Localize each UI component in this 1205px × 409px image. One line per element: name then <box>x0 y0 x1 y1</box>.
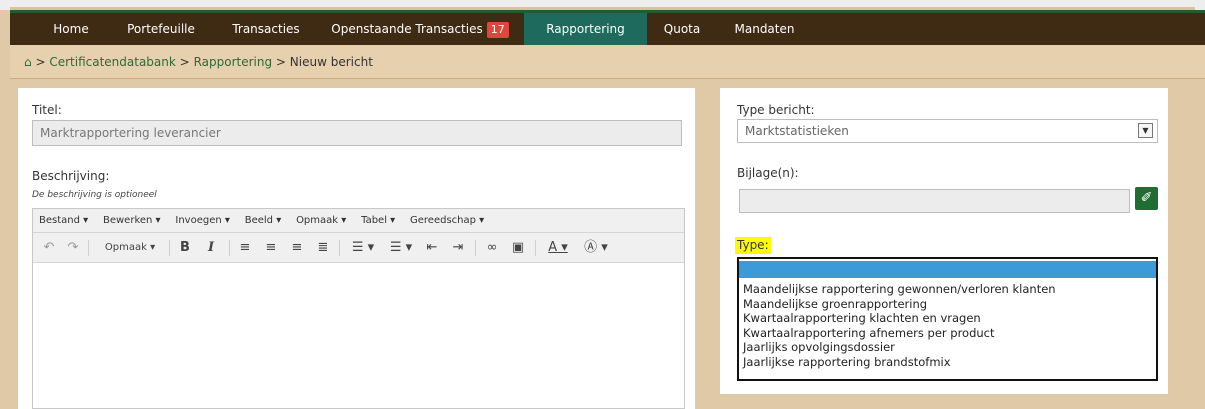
align-left-icon[interactable]: ≡ <box>236 239 254 257</box>
breadcrumb-separator: > <box>35 55 46 69</box>
breadcrumb: ⌂ > Certificatendatabank > Rapportering … <box>24 55 373 69</box>
link-icon[interactable]: ∞ <box>483 239 501 257</box>
breadcrumb-bar: ⌂ > Certificatendatabank > Rapportering … <box>10 45 1205 79</box>
text-color-icon[interactable]: A ▾ <box>541 239 575 257</box>
outdent-icon[interactable]: ⇤ <box>423 239 441 257</box>
breadcrumb-separator: > <box>275 55 286 69</box>
chevron-down-icon[interactable]: ▼ <box>1138 123 1153 138</box>
toolbar-divider <box>475 240 476 256</box>
breadcrumb-separator: > <box>179 55 190 69</box>
breadcrumb-current: Nieuw bericht <box>289 55 373 69</box>
title-label: Titel: <box>32 103 62 117</box>
menu-bestand[interactable]: Bestand ▾ <box>39 209 88 233</box>
editor-menubar: Bestand ▾ Bewerken ▾ Invoegen ▾ Beeld ▾ … <box>33 209 684 233</box>
rich-text-editor: Bestand ▾ Bewerken ▾ Invoegen ▾ Beeld ▾ … <box>32 208 685 409</box>
home-icon[interactable]: ⌂ <box>24 55 32 69</box>
menu-tabel[interactable]: Tabel ▾ <box>361 209 395 233</box>
menu-opmaak[interactable]: Opmaak ▾ <box>296 209 346 233</box>
type-bericht-value: Marktstatistieken <box>745 124 849 138</box>
type-option[interactable]: Kwartaalrapportering klachten en vragen <box>739 311 1156 326</box>
toolbar-divider <box>339 240 340 256</box>
align-right-icon[interactable]: ≡ <box>288 239 306 257</box>
paperclip-icon[interactable]: ✐ <box>1135 187 1158 210</box>
menu-beeld[interactable]: Beeld ▾ <box>245 209 282 233</box>
editor-content-area[interactable] <box>33 264 684 408</box>
image-icon[interactable]: ▣ <box>509 239 527 257</box>
bold-icon[interactable]: B <box>177 239 193 257</box>
nav-quota-label: Quota <box>663 22 701 36</box>
undo-icon[interactable]: ↶ <box>41 239 57 257</box>
toolbar-divider <box>535 240 536 256</box>
top-strip <box>0 0 1205 10</box>
nav-mandaten-label: Mandaten <box>734 22 795 36</box>
type-bericht-select[interactable]: Marktstatistieken ▼ <box>737 119 1158 143</box>
nav-rapportering[interactable]: Rapportering <box>524 13 647 45</box>
menu-invoegen[interactable]: Invoegen ▾ <box>175 209 230 233</box>
type-option[interactable]: Maandelijkse rapportering gewonnen/verlo… <box>739 282 1156 297</box>
breadcrumb-rapportering[interactable]: Rapportering <box>194 55 273 69</box>
indent-icon[interactable]: ⇥ <box>449 239 467 257</box>
editor-toolbar: ↶ ↷ Opmaak ▾ B I ≡ ≡ ≡ ≣ ☰ ▾ ☰ ▾ ⇤ ⇥ ∞ ▣… <box>33 233 684 263</box>
type-option[interactable]: Kwartaalrapportering afnemers per produc… <box>739 326 1156 341</box>
message-form-panel: Titel: Marktrapportering leverancier Bes… <box>18 88 695 409</box>
attachment-label: Bijlage(n): <box>737 166 799 180</box>
nav-home[interactable]: Home <box>36 13 106 45</box>
description-label: Beschrijving: <box>32 169 110 183</box>
breadcrumb-certificatendatabank[interactable]: Certificatendatabank <box>49 55 176 69</box>
menu-bewerken[interactable]: Bewerken ▾ <box>103 209 161 233</box>
nav-home-label: Home <box>53 22 89 36</box>
numbered-list-icon[interactable]: ☰ ▾ <box>384 239 418 257</box>
type-listbox[interactable]: Maandelijkse rapportering gewonnen/verlo… <box>737 257 1158 381</box>
bullet-list-icon[interactable]: ☰ ▾ <box>346 239 380 257</box>
nav-portefeuille[interactable]: Portefeuille <box>106 13 216 45</box>
toolbar-divider <box>229 240 230 256</box>
align-center-icon[interactable]: ≡ <box>262 239 280 257</box>
type-option[interactable]: Jaarlijkse rapportering brandstofmix <box>739 355 1156 370</box>
type-option-empty[interactable] <box>739 261 1156 278</box>
format-dropdown[interactable]: Opmaak ▾ <box>95 239 165 257</box>
type-option[interactable]: Jaarlijks opvolgingsdossier <box>739 340 1156 355</box>
type-bericht-label: Type bericht: <box>737 103 815 117</box>
menu-gereedschap[interactable]: Gereedschap ▾ <box>410 209 484 233</box>
description-hint: De beschrijving is optioneel <box>32 190 157 200</box>
redo-icon[interactable]: ↷ <box>65 239 81 257</box>
nav-portefeuille-label: Portefeuille <box>127 22 195 36</box>
nav-openstaande-label: Openstaande Transacties <box>331 22 483 36</box>
background-color-icon[interactable]: Ⓐ ▾ <box>579 239 613 257</box>
pending-count-badge: 17 <box>486 22 509 38</box>
nav-transacties[interactable]: Transacties <box>216 13 316 45</box>
main-navbar: Home Portefeuille Transacties Openstaand… <box>10 10 1205 45</box>
message-type-panel: Type bericht: Marktstatistieken ▼ Bijlag… <box>720 88 1168 394</box>
nav-mandaten[interactable]: Mandaten <box>717 13 812 45</box>
type-option[interactable]: Maandelijkse groenrapportering <box>739 297 1156 312</box>
title-input[interactable]: Marktrapportering leverancier <box>32 120 682 146</box>
nav-rapportering-label: Rapportering <box>546 22 625 36</box>
toolbar-divider <box>88 240 89 256</box>
toolbar-divider <box>169 240 170 256</box>
nav-openstaande-transacties[interactable]: Openstaande Transacties 17 <box>316 13 524 45</box>
nav-transacties-label: Transacties <box>232 22 300 36</box>
italic-icon[interactable]: I <box>203 239 219 257</box>
type-label: Type: <box>735 237 771 254</box>
attachment-field[interactable] <box>739 189 1130 213</box>
align-justify-icon[interactable]: ≣ <box>314 239 332 257</box>
nav-quota[interactable]: Quota <box>647 13 717 45</box>
